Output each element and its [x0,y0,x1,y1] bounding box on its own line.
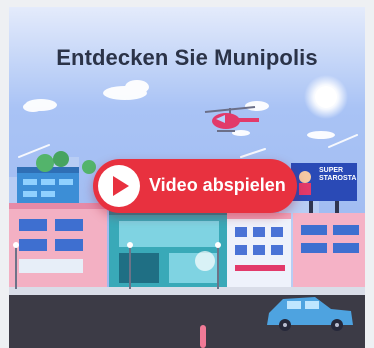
play-video-label: Video abspielen [149,175,286,195]
building-left [17,167,79,207]
building-far-right [293,213,365,293]
building-center [109,207,229,291]
page-background: Entdecken Sie Munipolis SUPER STAROSTA V… [0,0,374,348]
building-right [227,213,291,293]
building-pink-left [9,203,107,291]
sidewalk [9,287,365,295]
play-icon [98,165,140,207]
road-marking [200,325,206,348]
sun [315,86,337,108]
page-title: Entdecken Sie Munipolis [56,45,318,70]
lamp-glow [195,251,215,271]
play-video-button[interactable]: Video abspielen [93,159,297,213]
billboard-text: SUPER STAROSTA [319,167,357,182]
video-teaser-card[interactable]: Entdecken Sie Munipolis SUPER STAROSTA V… [9,7,365,348]
